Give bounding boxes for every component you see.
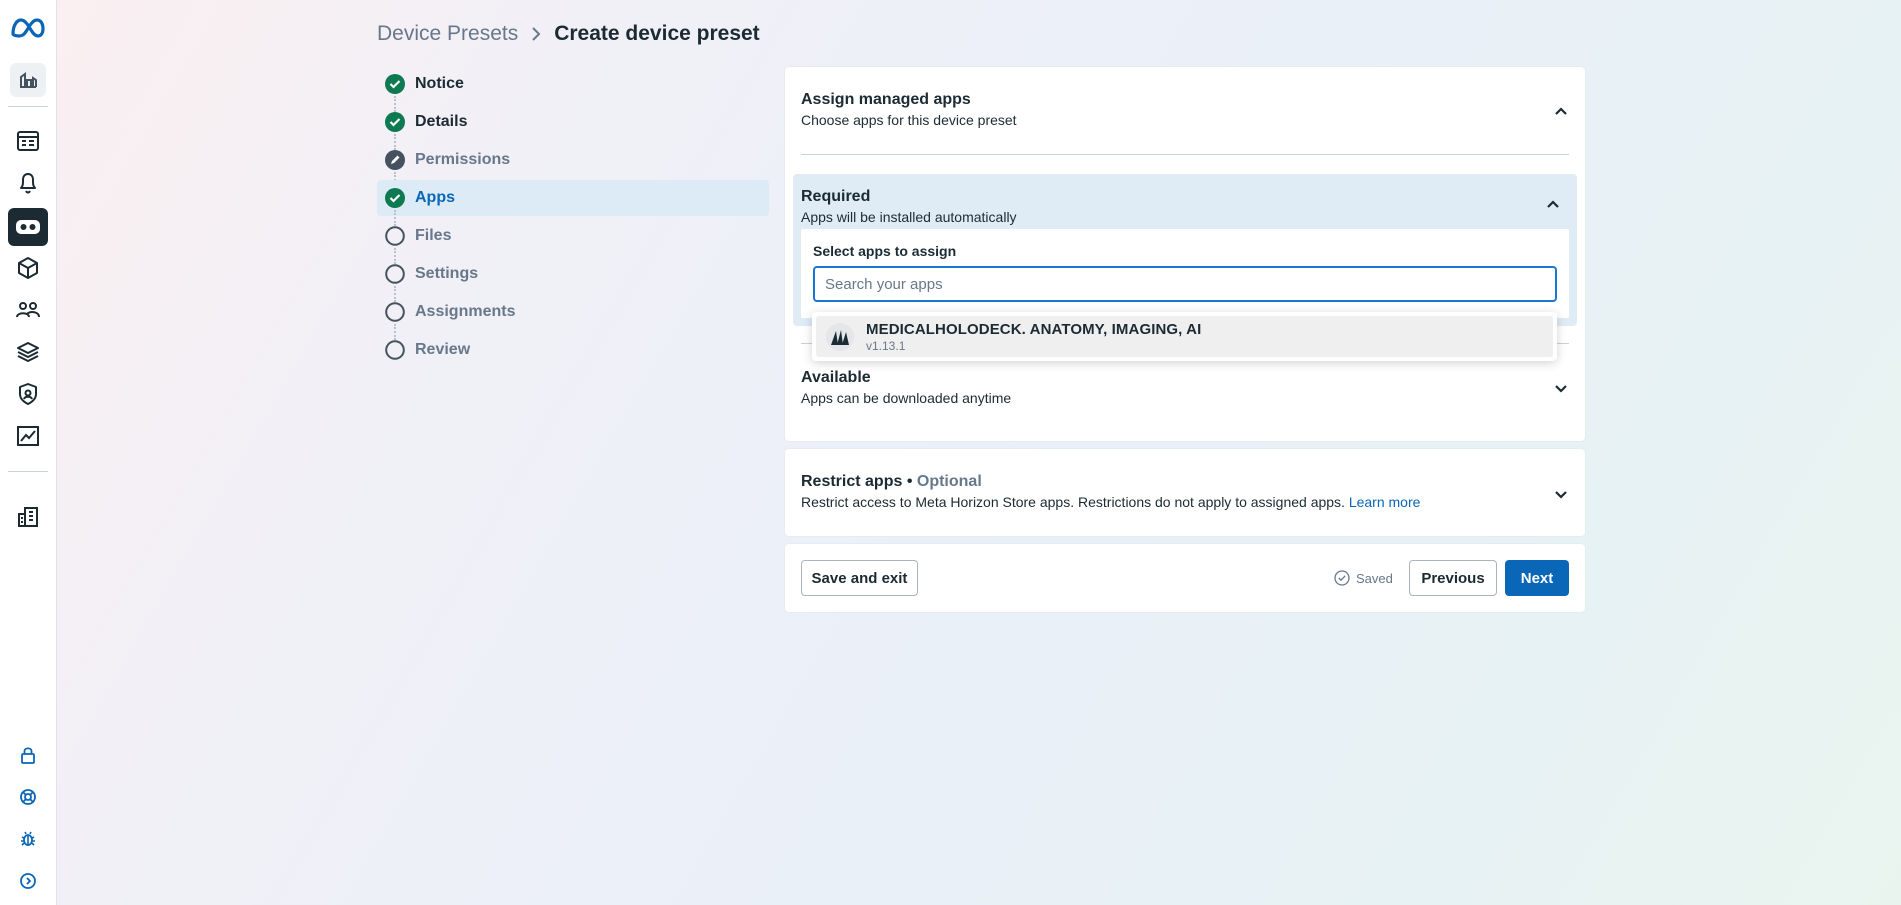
step-label: Permissions bbox=[415, 151, 511, 168]
step-label: Settings bbox=[415, 265, 479, 282]
dropdown-option[interactable]: MEDICALHOLODECK. ANATOMY, IMAGING, AI v1… bbox=[816, 316, 1553, 357]
section-divider bbox=[801, 154, 1569, 155]
step-label: Assignments bbox=[415, 303, 516, 320]
rail-divider bbox=[8, 471, 48, 472]
available-title: Available bbox=[801, 369, 871, 386]
edit-circle-icon bbox=[385, 150, 405, 170]
apps-cube-icon[interactable] bbox=[8, 250, 48, 286]
next-button[interactable]: Next bbox=[1505, 560, 1569, 596]
learn-more-link[interactable]: Learn more bbox=[1349, 494, 1421, 510]
step-details[interactable]: Details bbox=[377, 104, 769, 150]
empty-circle-icon bbox=[385, 340, 405, 360]
chevron-up-icon[interactable] bbox=[1546, 196, 1560, 214]
step-label: Review bbox=[415, 341, 471, 358]
lock-icon[interactable] bbox=[8, 737, 48, 773]
empty-circle-icon bbox=[385, 226, 405, 246]
wizard-steps: Notice Details Permissions Apps Files Se bbox=[377, 66, 769, 370]
step-label: Apps bbox=[415, 189, 455, 206]
step-assignments[interactable]: Assignments bbox=[377, 294, 769, 340]
required-header[interactable]: Required Apps will be installed automati… bbox=[801, 188, 1017, 225]
check-circle-icon bbox=[385, 74, 405, 94]
footer-actions: Save and exit Saved Previous Next bbox=[785, 544, 1585, 612]
left-rail bbox=[0, 0, 57, 905]
meta-logo-icon[interactable] bbox=[8, 10, 48, 46]
breadcrumb: Device Presets Create device preset bbox=[377, 20, 760, 48]
saved-status: Saved bbox=[1334, 570, 1393, 586]
save-and-exit-button[interactable]: Save and exit bbox=[801, 560, 918, 596]
required-subtitle: Apps will be installed automatically bbox=[801, 209, 1017, 225]
breadcrumb-device-presets[interactable]: Device Presets bbox=[377, 22, 518, 46]
expand-icon[interactable] bbox=[8, 863, 48, 899]
chevron-down-icon[interactable] bbox=[1554, 487, 1568, 505]
available-header[interactable]: Available Apps can be downloaded anytime bbox=[801, 369, 1011, 406]
restrict-apps-header[interactable]: Restrict apps • Optional Restrict access… bbox=[801, 473, 1420, 510]
select-apps-box: Select apps to assign bbox=[801, 229, 1569, 318]
notifications-icon[interactable] bbox=[8, 165, 48, 201]
check-circle-outline-icon bbox=[1334, 570, 1350, 586]
available-subtitle: Apps can be downloaded anytime bbox=[801, 390, 1012, 406]
step-apps[interactable]: Apps bbox=[377, 180, 769, 226]
step-notice[interactable]: Notice bbox=[377, 66, 769, 112]
check-circle-icon bbox=[385, 112, 405, 132]
step-files[interactable]: Files bbox=[377, 218, 769, 264]
assign-apps-header[interactable]: Assign managed apps Choose apps for this… bbox=[801, 91, 1017, 128]
empty-circle-icon bbox=[385, 264, 405, 284]
restrict-apps-title: Restrict apps bbox=[801, 473, 903, 490]
step-settings[interactable]: Settings bbox=[377, 256, 769, 302]
step-label: Notice bbox=[415, 75, 464, 92]
required-section: Required Apps will be installed automati… bbox=[793, 174, 1577, 326]
help-icon[interactable] bbox=[8, 779, 48, 815]
assign-apps-card: Assign managed apps Choose apps for this… bbox=[785, 67, 1585, 441]
apps-dropdown: MEDICALHOLODECK. ANATOMY, IMAGING, AI v1… bbox=[812, 312, 1557, 361]
previous-button[interactable]: Previous bbox=[1409, 560, 1497, 596]
check-circle-icon bbox=[385, 188, 405, 208]
step-label: Details bbox=[415, 113, 468, 130]
step-review[interactable]: Review bbox=[377, 332, 769, 368]
users-icon[interactable] bbox=[8, 292, 48, 328]
chevron-right-icon bbox=[530, 26, 542, 42]
headset-icon[interactable] bbox=[8, 208, 48, 246]
bug-icon[interactable] bbox=[8, 821, 48, 857]
title-separator: • bbox=[902, 473, 917, 490]
building-icon[interactable] bbox=[8, 499, 48, 535]
assign-apps-subtitle: Choose apps for this device preset bbox=[801, 112, 1017, 128]
saved-label: Saved bbox=[1356, 570, 1393, 586]
search-apps-input[interactable] bbox=[813, 266, 1557, 302]
chevron-up-icon[interactable] bbox=[1554, 103, 1568, 121]
chevron-down-icon[interactable] bbox=[1554, 381, 1568, 399]
organization-icon[interactable] bbox=[10, 63, 46, 97]
assign-apps-title: Assign managed apps bbox=[801, 91, 971, 108]
app-name: MEDICALHOLODECK. ANATOMY, IMAGING, AI bbox=[866, 320, 1202, 338]
app-logo-icon bbox=[826, 322, 854, 351]
rail-divider bbox=[8, 106, 48, 107]
layers-icon[interactable] bbox=[8, 334, 48, 370]
dashboard-icon[interactable] bbox=[8, 123, 48, 159]
page-title: Create device preset bbox=[554, 22, 760, 45]
empty-circle-icon bbox=[385, 302, 405, 322]
step-label: Files bbox=[415, 227, 452, 244]
optional-tag: Optional bbox=[916, 473, 982, 490]
analytics-icon[interactable] bbox=[8, 418, 48, 454]
restrict-apps-card: Restrict apps • Optional Restrict access… bbox=[785, 449, 1585, 536]
restrict-apps-description: Restrict access to Meta Horizon Store ap… bbox=[801, 494, 1349, 510]
step-permissions[interactable]: Permissions bbox=[377, 142, 769, 188]
select-apps-label: Select apps to assign bbox=[813, 243, 957, 259]
app-version: v1.13.1 bbox=[866, 338, 906, 353]
security-icon[interactable] bbox=[8, 376, 48, 412]
required-title: Required bbox=[801, 188, 871, 205]
